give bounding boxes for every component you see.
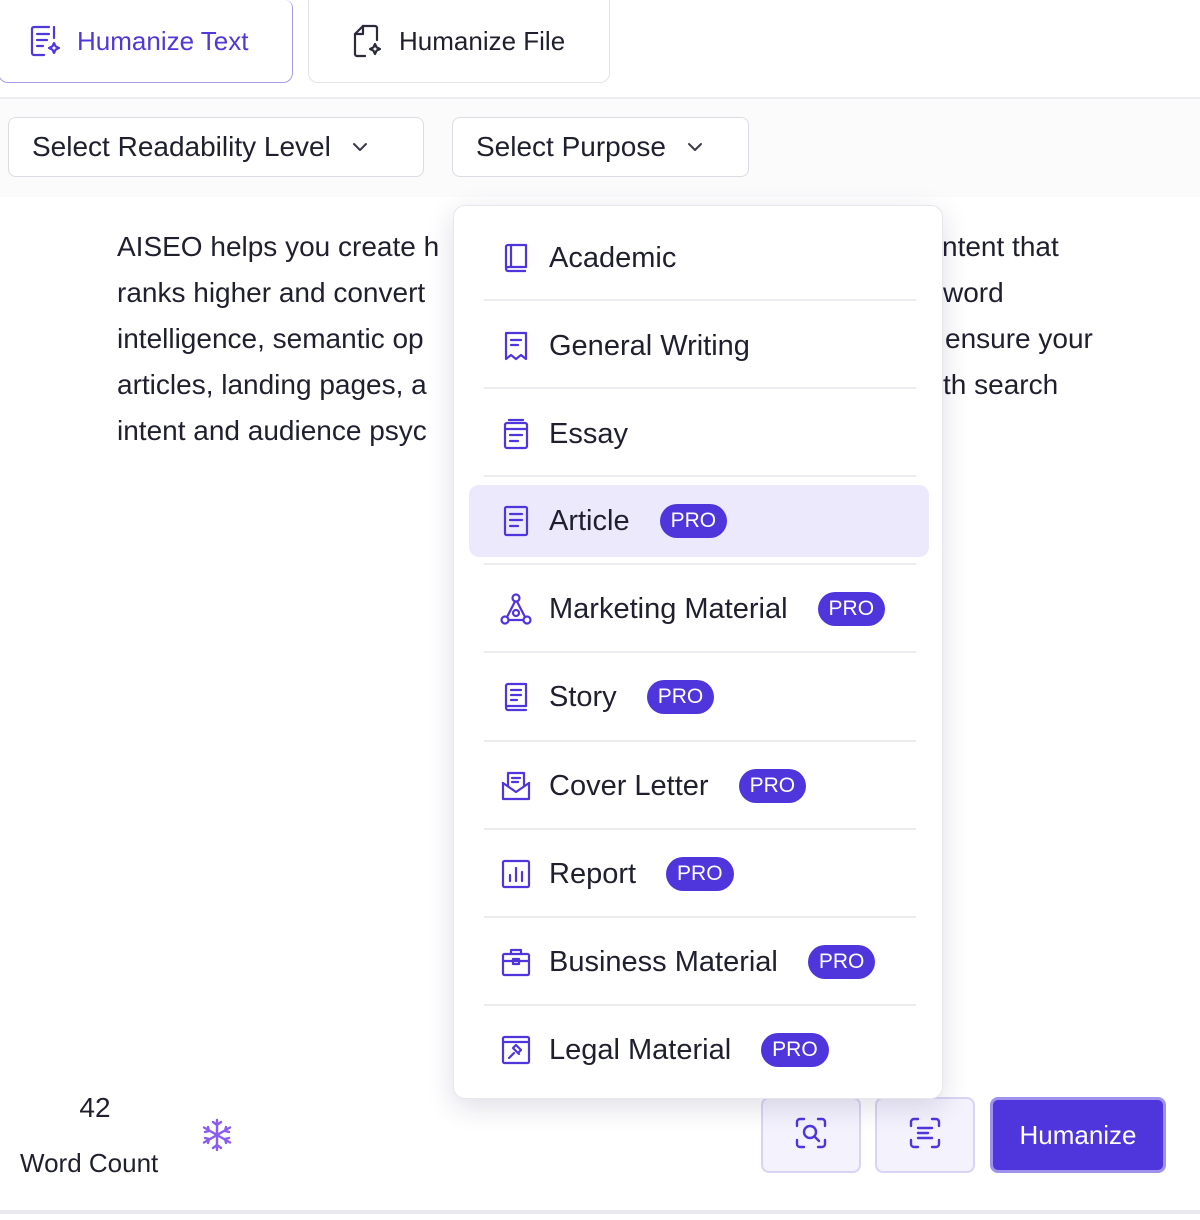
purpose-option-label: Legal Material — [549, 1033, 732, 1066]
scan-text-icon — [907, 1115, 943, 1156]
purpose-option-report[interactable]: Report PRO — [469, 838, 929, 910]
book-icon — [499, 241, 533, 275]
purpose-option-label: Article — [549, 504, 630, 537]
purpose-option-academic[interactable]: Academic — [469, 222, 929, 294]
tab-humanize-text[interactable]: Humanize Text — [0, 0, 293, 83]
bar-chart-icon — [499, 857, 533, 891]
purpose-option-article[interactable]: Article PRO — [469, 485, 929, 557]
menu-divider — [484, 475, 916, 477]
readability-select-label: Select Readability Level — [32, 131, 331, 162]
pro-badge: PRO — [807, 945, 876, 979]
text-sparkle-icon — [27, 23, 63, 59]
pro-badge: PRO — [659, 504, 728, 538]
purpose-option-cover-letter[interactable]: Cover Letter PRO — [469, 750, 929, 822]
pro-badge: PRO — [738, 769, 807, 803]
tab-humanize-file[interactable]: Humanize File — [308, 0, 610, 83]
chevron-down-icon — [349, 136, 371, 158]
scan-search-icon — [793, 1115, 829, 1156]
menu-divider — [484, 916, 916, 918]
purpose-option-story[interactable]: Story PRO — [469, 661, 929, 733]
editor-bottom-border — [0, 1210, 1200, 1214]
snowflake-icon[interactable] — [198, 1116, 236, 1154]
tab-humanize-file-label: Humanize File — [399, 25, 566, 56]
gavel-icon — [499, 1033, 533, 1067]
mode-tabs: Humanize Text Humanize File — [0, 0, 1200, 98]
purpose-option-label: Business Material — [549, 945, 778, 978]
editor-line: ranks higher and convert — [117, 277, 426, 308]
editor-line-fragment: ensure your — [945, 323, 1093, 354]
tab-humanize-text-label: Humanize Text — [77, 25, 249, 56]
purpose-option-marketing-material[interactable]: Marketing Material PRO — [469, 573, 929, 645]
editor-line: articles, landing pages, a — [117, 369, 427, 400]
menu-divider — [484, 651, 916, 653]
purpose-option-label: Cover Letter — [549, 769, 709, 802]
purpose-option-essay[interactable]: Essay — [469, 398, 929, 470]
chevron-down-icon — [684, 136, 706, 158]
document-icon — [499, 504, 533, 538]
purpose-option-label: General Writing — [549, 329, 750, 362]
purpose-dropdown-menu: Academic General Writing Essay Article P… — [453, 205, 943, 1099]
scan-button[interactable] — [761, 1097, 861, 1173]
story-book-icon — [499, 680, 533, 714]
word-count-value: 42 — [79, 1092, 111, 1123]
menu-divider — [484, 740, 916, 742]
purpose-option-label: Essay — [549, 417, 628, 450]
pro-badge: PRO — [817, 592, 886, 626]
purpose-option-label: Academic — [549, 241, 677, 274]
humanize-button[interactable]: Humanize — [990, 1097, 1166, 1173]
options-bar: Select Readability Level Select Purpose — [0, 99, 1200, 297]
envelope-icon — [499, 769, 533, 803]
purpose-option-business-material[interactable]: Business Material PRO — [469, 926, 929, 998]
network-icon — [499, 592, 533, 626]
menu-divider — [484, 828, 916, 830]
editor-line-fragment: th search — [943, 369, 1059, 400]
pro-badge: PRO — [646, 680, 715, 714]
editor-line-fragment: word — [943, 277, 1004, 308]
purpose-option-general-writing[interactable]: General Writing — [469, 310, 929, 382]
readability-select[interactable]: Select Readability Level — [8, 117, 424, 177]
purpose-option-label: Story — [549, 680, 617, 713]
format-button[interactable] — [875, 1097, 975, 1173]
purpose-option-legal-material[interactable]: Legal Material PRO — [469, 1014, 929, 1086]
notebook-icon — [499, 417, 533, 451]
menu-divider — [484, 563, 916, 565]
purpose-select-label: Select Purpose — [476, 131, 666, 162]
menu-divider — [484, 299, 916, 301]
receipt-icon — [499, 329, 533, 363]
editor-line: intelligence, semantic op — [117, 323, 424, 354]
menu-divider — [484, 387, 916, 389]
menu-divider — [484, 1004, 916, 1006]
pro-badge: PRO — [666, 857, 734, 891]
briefcase-icon — [499, 945, 533, 979]
editor-line: AISEO helps you create h — [117, 231, 440, 262]
editor-line-fragment: ntent that — [942, 231, 1059, 262]
purpose-option-label: Marketing Material — [549, 592, 788, 625]
pro-badge: PRO — [761, 1033, 829, 1067]
purpose-option-label: Report — [549, 857, 637, 890]
purpose-select[interactable]: Select Purpose — [452, 117, 749, 177]
word-count-label: Word Count — [20, 1148, 159, 1178]
editor-line: intent and audience psyc — [117, 415, 427, 446]
file-sparkle-icon — [349, 23, 385, 59]
